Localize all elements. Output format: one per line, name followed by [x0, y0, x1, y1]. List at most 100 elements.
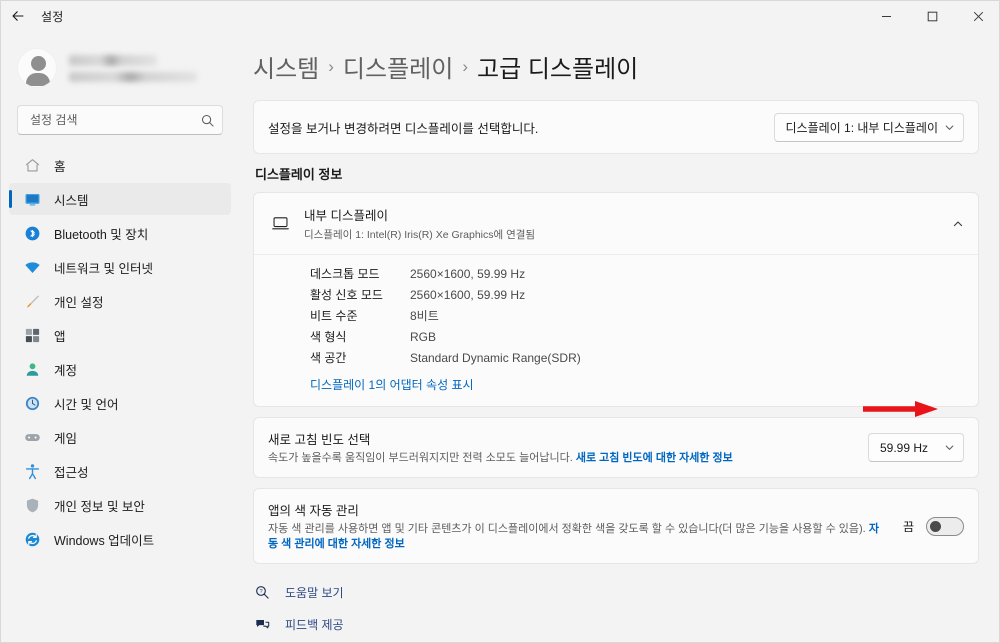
auto-color-desc: 자동 색 관리를 사용하면 앱 및 기타 콘텐츠가 이 디스플레이에서 정확한 …: [268, 522, 889, 552]
sidebar-item-label: 앱: [54, 329, 66, 344]
display-selector-value: 디스플레이 1: 내부 디스플레이: [785, 120, 939, 135]
detail-row: 색 형식 RGB: [310, 328, 964, 346]
chevron-down-icon: [944, 442, 955, 453]
breadcrumb-separator: ›: [462, 56, 468, 76]
auto-color-toggle[interactable]: [926, 516, 964, 536]
avatar: [17, 48, 57, 88]
detail-value: 8비트: [410, 309, 439, 323]
title-bar: 설정: [1, 1, 999, 31]
sidebar-item-bluetooth[interactable]: Bluetooth 및 장치: [9, 217, 231, 249]
auto-color-toggle-wrap: 끔: [903, 516, 964, 536]
account-icon: [23, 360, 41, 378]
auto-color-desc-text: 자동 색 관리를 사용하면 앱 및 기타 콘텐츠가 이 디스플레이에서 정확한 …: [268, 523, 866, 535]
detail-key: 데스크톱 모드: [310, 267, 380, 281]
help-icon: ?: [255, 585, 277, 600]
refresh-rate-dropdown[interactable]: 59.99 Hz: [868, 433, 964, 462]
sidebar-item-label: 개인 정보 및 보안: [54, 499, 145, 514]
breadcrumb-display[interactable]: 디스플레이: [343, 49, 453, 84]
account-email-redacted: [69, 71, 197, 82]
refresh-rate-title: 새로 고침 빈도 선택: [268, 433, 371, 447]
breadcrumb-system[interactable]: 시스템: [253, 49, 319, 84]
back-button[interactable]: [1, 1, 35, 31]
bluetooth-icon: [23, 224, 41, 242]
chevron-down-icon: [944, 122, 955, 133]
search-input[interactable]: [28, 112, 201, 128]
detail-value: Standard Dynamic Range(SDR): [410, 351, 581, 365]
refresh-rate-row: 새로 고침 빈도 선택 속도가 높을수록 움직임이 부드러워지지만 전력 소모도…: [254, 418, 978, 477]
display-detail-list: 데스크톱 모드 2560×1600, 59.99 Hz 활성 신호 모드 256…: [254, 255, 978, 406]
sidebar-item-system[interactable]: 시스템: [9, 183, 231, 215]
sidebar-item-apps[interactable]: 앱: [9, 319, 231, 351]
gamepad-icon: [23, 428, 41, 446]
sidebar-item-accessibility[interactable]: 접근성: [9, 455, 231, 487]
window-controls: [863, 1, 999, 31]
sidebar-item-gaming[interactable]: 게임: [9, 421, 231, 453]
maximize-icon: [927, 11, 937, 21]
minimize-icon: [881, 15, 891, 17]
display-selector-row: 설정을 보거나 변경하려면 디스플레이를 선택합니다. 디스플레이 1: 내부 …: [254, 101, 978, 153]
sidebar-nav: 홈 시스템 Bluetooth 및 장치 네트워크 및 인터넷 개인 설정 앱 …: [1, 149, 239, 555]
display-info-heading: 디스플레이 정보: [255, 167, 343, 182]
minimize-button[interactable]: [863, 1, 909, 31]
sidebar-item-label: 네트워크 및 인터넷: [54, 261, 153, 276]
monitor-icon: [268, 214, 292, 233]
sidebar-item-privacy-security[interactable]: 개인 정보 및 보안: [9, 489, 231, 521]
account-text: [69, 54, 197, 82]
svg-text:?: ?: [259, 589, 262, 595]
get-help-link[interactable]: 도움말 보기: [285, 584, 344, 601]
display-device-sub: 디스플레이 1: Intel(R) Iris(R) Xe Graphics에 연…: [304, 229, 536, 241]
display-device-name: 내부 디스플레이: [304, 209, 388, 223]
sidebar-item-personalization[interactable]: 개인 설정: [9, 285, 231, 317]
detail-row: 색 공간 Standard Dynamic Range(SDR): [310, 349, 964, 367]
sidebar: 홈 시스템 Blu: [1, 31, 239, 642]
refresh-rate-learn-more-link[interactable]: 새로 고침 빈도에 대한 자세한 정보: [576, 452, 733, 464]
refresh-rate-value: 59.99 Hz: [880, 440, 929, 455]
breadcrumb-separator: ›: [328, 56, 334, 76]
wifi-icon: [23, 258, 41, 276]
account-profile[interactable]: [1, 31, 239, 103]
get-help-link-row[interactable]: ? 도움말 보기: [255, 578, 979, 606]
home-icon: [23, 156, 41, 174]
refresh-rate-text: 새로 고침 빈도 선택 속도가 높을수록 움직임이 부드러워지지만 전력 소모도…: [268, 429, 868, 466]
give-feedback-link-row[interactable]: 피드백 제공: [255, 610, 979, 638]
main-content: 시스템 › 디스플레이 › 고급 디스플레이 설정을 보거나 변경하려면 디스플…: [239, 31, 999, 642]
avatar-head: [30, 56, 46, 71]
sidebar-item-time-language[interactable]: 시간 및 언어: [9, 387, 231, 419]
settings-window: 설정 설정 검색 홈 시스템 Bluetooth 및 장치 네트워크 및 인터넷…: [0, 0, 1000, 643]
maximize-button[interactable]: [909, 1, 955, 31]
breadcrumb: 시스템 › 디스플레이 › 고급 디스플레이: [253, 49, 979, 84]
display-selector-dropdown[interactable]: 디스플레이 1: 내부 디스플레이: [773, 112, 964, 142]
detail-key: 색 공간: [310, 351, 347, 365]
detail-key: 색 형식: [310, 330, 347, 344]
detail-key: 활성 신호 모드: [310, 288, 383, 302]
display-selector-card: 설정을 보거나 변경하려면 디스플레이를 선택합니다. 디스플레이 1: 내부 …: [253, 100, 979, 154]
sidebar-item-label: 계정: [54, 363, 78, 378]
auto-color-card: 앱의 색 자동 관리 자동 색 관리를 사용하면 앱 및 기타 콘텐츠가 이 디…: [253, 488, 979, 564]
clock-icon: [23, 394, 41, 412]
give-feedback-link[interactable]: 피드백 제공: [285, 616, 344, 633]
back-arrow-icon: [12, 11, 24, 21]
feedback-icon: [255, 617, 277, 632]
display-info-header[interactable]: 내부 디스플레이 디스플레이 1: Intel(R) Iris(R) Xe Gr…: [254, 193, 978, 255]
adapter-properties-link[interactable]: 디스플레이 1의 어댑터 속성 표시: [310, 376, 474, 393]
search-icon: [201, 114, 214, 127]
sidebar-item-accounts[interactable]: 계정: [9, 353, 231, 385]
detail-row: 비트 수준 8비트: [310, 307, 964, 325]
detail-value: RGB: [410, 330, 437, 344]
account-name-redacted: [69, 54, 157, 66]
detail-value: 2560×1600, 59.99 Hz: [410, 267, 526, 281]
auto-color-title: 앱의 색 자동 관리: [268, 504, 359, 518]
apps-icon: [23, 326, 41, 344]
close-button[interactable]: [955, 1, 999, 31]
footer-links: ? 도움말 보기 피드백 제공: [253, 578, 979, 638]
sidebar-item-home[interactable]: 홈: [9, 149, 231, 181]
search-box[interactable]: [17, 105, 223, 135]
collapse-chevron-up-icon[interactable]: [952, 218, 964, 230]
display-info-card: 내부 디스플레이 디스플레이 1: Intel(R) Iris(R) Xe Gr…: [253, 192, 979, 407]
sidebar-item-label: 접근성: [54, 465, 89, 480]
sidebar-item-windows-update[interactable]: Windows 업데이트: [9, 523, 231, 555]
sidebar-item-label: 홈: [54, 159, 66, 174]
sidebar-item-network[interactable]: 네트워크 및 인터넷: [9, 251, 231, 283]
toggle-knob: [930, 520, 941, 532]
display-selector-label: 설정을 보거나 변경하려면 디스플레이를 선택합니다.: [268, 121, 539, 136]
